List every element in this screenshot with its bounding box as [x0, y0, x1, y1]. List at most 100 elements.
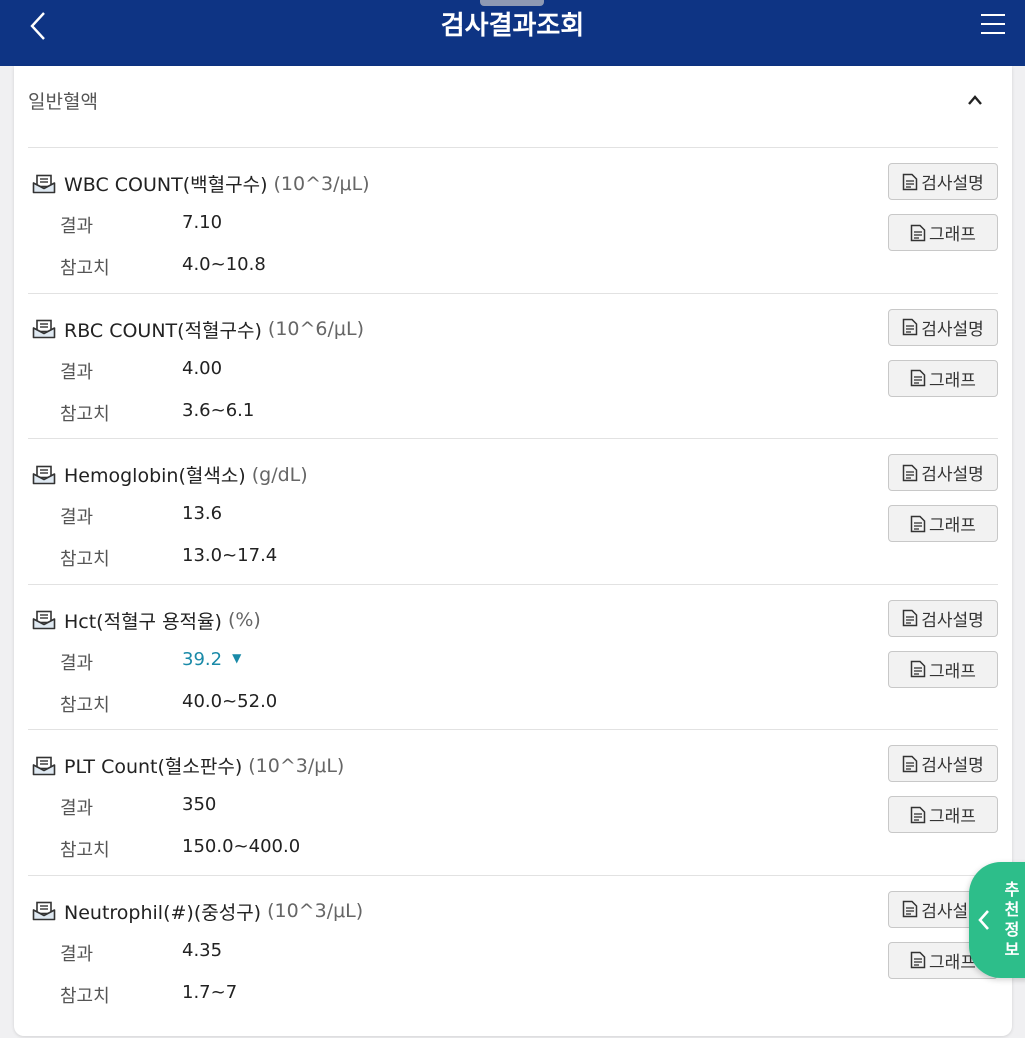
- result-label: 결과: [60, 507, 94, 529]
- result-value-wrap: 4.00: [182, 358, 222, 379]
- chevron-left-icon: [977, 909, 993, 931]
- test-description-button[interactable]: 검사설명: [888, 599, 998, 637]
- graph-label: 그래프: [929, 661, 976, 682]
- results-card: 일반혈액 WBC COUNT(백혈구수) (10^3/μL) 결과 7.10 참…: [14, 66, 1012, 1036]
- graph-label: 그래프: [929, 807, 976, 828]
- test-result-list: WBC COUNT(백혈구수) (10^3/μL) 결과 7.10 참고치 4.…: [28, 147, 998, 1021]
- document-envelope-icon: [32, 465, 56, 485]
- drag-handle: [480, 0, 544, 6]
- result-value-wrap: 4.35: [182, 940, 222, 961]
- test-name: Neutrophil(#)(중성구): [64, 901, 262, 924]
- graph-button[interactable]: 그래프: [888, 214, 998, 251]
- graph-button[interactable]: 그래프: [888, 796, 998, 834]
- test-description-label: 검사설명: [921, 610, 984, 631]
- test-result-item: Neutrophil(#)(중성구) (10^3/μL) 결과 4.35 참고치…: [28, 874, 998, 1021]
- reference-value: 40.0~52.0: [182, 690, 278, 712]
- chevron-up-icon: [968, 95, 982, 105]
- test-result-item: PLT Count(혈소판수) (10^3/μL) 결과 350 참고치 150…: [28, 729, 998, 875]
- reference-label: 참고치: [60, 403, 110, 425]
- test-description-button[interactable]: 검사설명: [888, 454, 998, 492]
- test-unit: (%): [227, 609, 261, 632]
- result-value-wrap: 350: [182, 794, 216, 815]
- test-name: Hct(적혈구 용적율): [64, 610, 222, 633]
- result-value: 7.10: [182, 212, 223, 233]
- document-icon: [910, 515, 926, 532]
- reference-value: 4.0~10.8: [182, 254, 266, 275]
- test-description-label: 검사설명: [921, 465, 984, 486]
- document-envelope-icon: [32, 901, 56, 921]
- document-icon: [902, 318, 918, 336]
- reference-label: 참고치: [60, 258, 110, 279]
- test-result-item: WBC COUNT(백혈구수) (10^3/μL) 결과 7.10 참고치 4.…: [28, 147, 998, 293]
- test-name: PLT Count(혈소판수): [64, 756, 243, 779]
- document-icon: [902, 173, 918, 190]
- result-value: 39.2: [182, 648, 223, 670]
- menu-button[interactable]: [975, 6, 1011, 42]
- reference-label: 참고치: [60, 549, 110, 571]
- back-button[interactable]: [20, 8, 56, 44]
- test-description-button[interactable]: 검사설명: [888, 163, 998, 200]
- test-name: Hemoglobin(혈색소): [64, 465, 246, 488]
- reference-value: 1.7~7: [182, 981, 238, 1003]
- low-flag-icon: ▼: [232, 650, 242, 665]
- result-label: 결과: [60, 652, 94, 674]
- app-header: 검사결과조회: [0, 0, 1025, 66]
- test-unit: (g/dL): [251, 463, 308, 486]
- document-icon: [910, 369, 926, 387]
- result-value: 4.35: [182, 939, 223, 961]
- test-unit: (10^3/μL): [273, 172, 370, 195]
- section-header[interactable]: 일반혈액: [28, 80, 998, 120]
- collapse-button[interactable]: [960, 85, 990, 115]
- graph-button[interactable]: 그래프: [888, 505, 998, 543]
- document-icon: [902, 464, 918, 481]
- hamburger-menu-icon: [981, 14, 1005, 34]
- document-envelope-icon: [32, 756, 56, 776]
- result-value-wrap: 7.10: [182, 212, 222, 233]
- graph-label: 그래프: [929, 225, 976, 245]
- test-name: RBC COUNT(적혈구수): [64, 319, 262, 342]
- document-icon: [902, 901, 918, 918]
- result-label: 결과: [60, 361, 94, 383]
- test-description-label: 검사설명: [921, 319, 984, 340]
- graph-button[interactable]: 그래프: [888, 359, 998, 397]
- graph-label: 그래프: [929, 370, 976, 391]
- chevron-left-icon: [30, 12, 45, 40]
- result-label: 결과: [60, 943, 94, 965]
- test-unit: (10^6/μL): [267, 318, 364, 341]
- reference-label: 참고치: [60, 985, 110, 1007]
- result-label: 결과: [60, 798, 94, 820]
- recommendation-label: 추천정보: [1004, 880, 1020, 959]
- graph-label: 그래프: [929, 516, 976, 537]
- document-envelope-icon: [32, 610, 56, 630]
- document-envelope-icon: [32, 319, 56, 339]
- test-description-button[interactable]: 검사설명: [888, 308, 998, 346]
- document-icon: [902, 755, 918, 773]
- document-icon: [910, 661, 926, 678]
- reference-value: 13.0~17.4: [182, 545, 278, 567]
- result-value: 13.6: [182, 503, 223, 525]
- test-description-label: 검사설명: [921, 756, 984, 777]
- test-result-item: Hemoglobin(혈색소) (g/dL) 결과 13.6 참고치 13.0~…: [28, 438, 998, 584]
- result-label: 결과: [60, 216, 94, 237]
- result-value: 4.00: [182, 357, 223, 379]
- graph-button[interactable]: 그래프: [888, 650, 998, 688]
- test-description-button[interactable]: 검사설명: [888, 745, 998, 783]
- test-result-item: RBC COUNT(적혈구수) (10^6/μL) 결과 4.00 참고치 3.…: [28, 292, 998, 439]
- document-icon: [910, 224, 926, 241]
- result-value: 350: [182, 794, 217, 816]
- test-unit: (10^3/μL): [248, 754, 345, 777]
- result-value-wrap: 13.6: [182, 503, 222, 524]
- section-title: 일반혈액: [28, 90, 98, 113]
- reference-label: 참고치: [60, 694, 110, 716]
- document-icon: [902, 610, 918, 627]
- page-title: 검사결과조회: [440, 10, 585, 41]
- document-envelope-icon: [32, 174, 56, 194]
- recommendation-tab[interactable]: 추천정보: [969, 862, 1025, 978]
- test-description-label: 검사설명: [921, 174, 984, 194]
- test-result-item: Hct(적혈구 용적율) (%) 결과 39.2 ▼ 참고치 40.0~52.0 …: [28, 583, 998, 730]
- document-icon: [910, 806, 926, 824]
- test-name: WBC COUNT(백혈구수): [64, 174, 268, 196]
- test-unit: (10^3/μL): [267, 900, 364, 923]
- reference-value: 150.0~400.0: [182, 836, 301, 858]
- reference-value: 3.6~6.1: [182, 399, 255, 421]
